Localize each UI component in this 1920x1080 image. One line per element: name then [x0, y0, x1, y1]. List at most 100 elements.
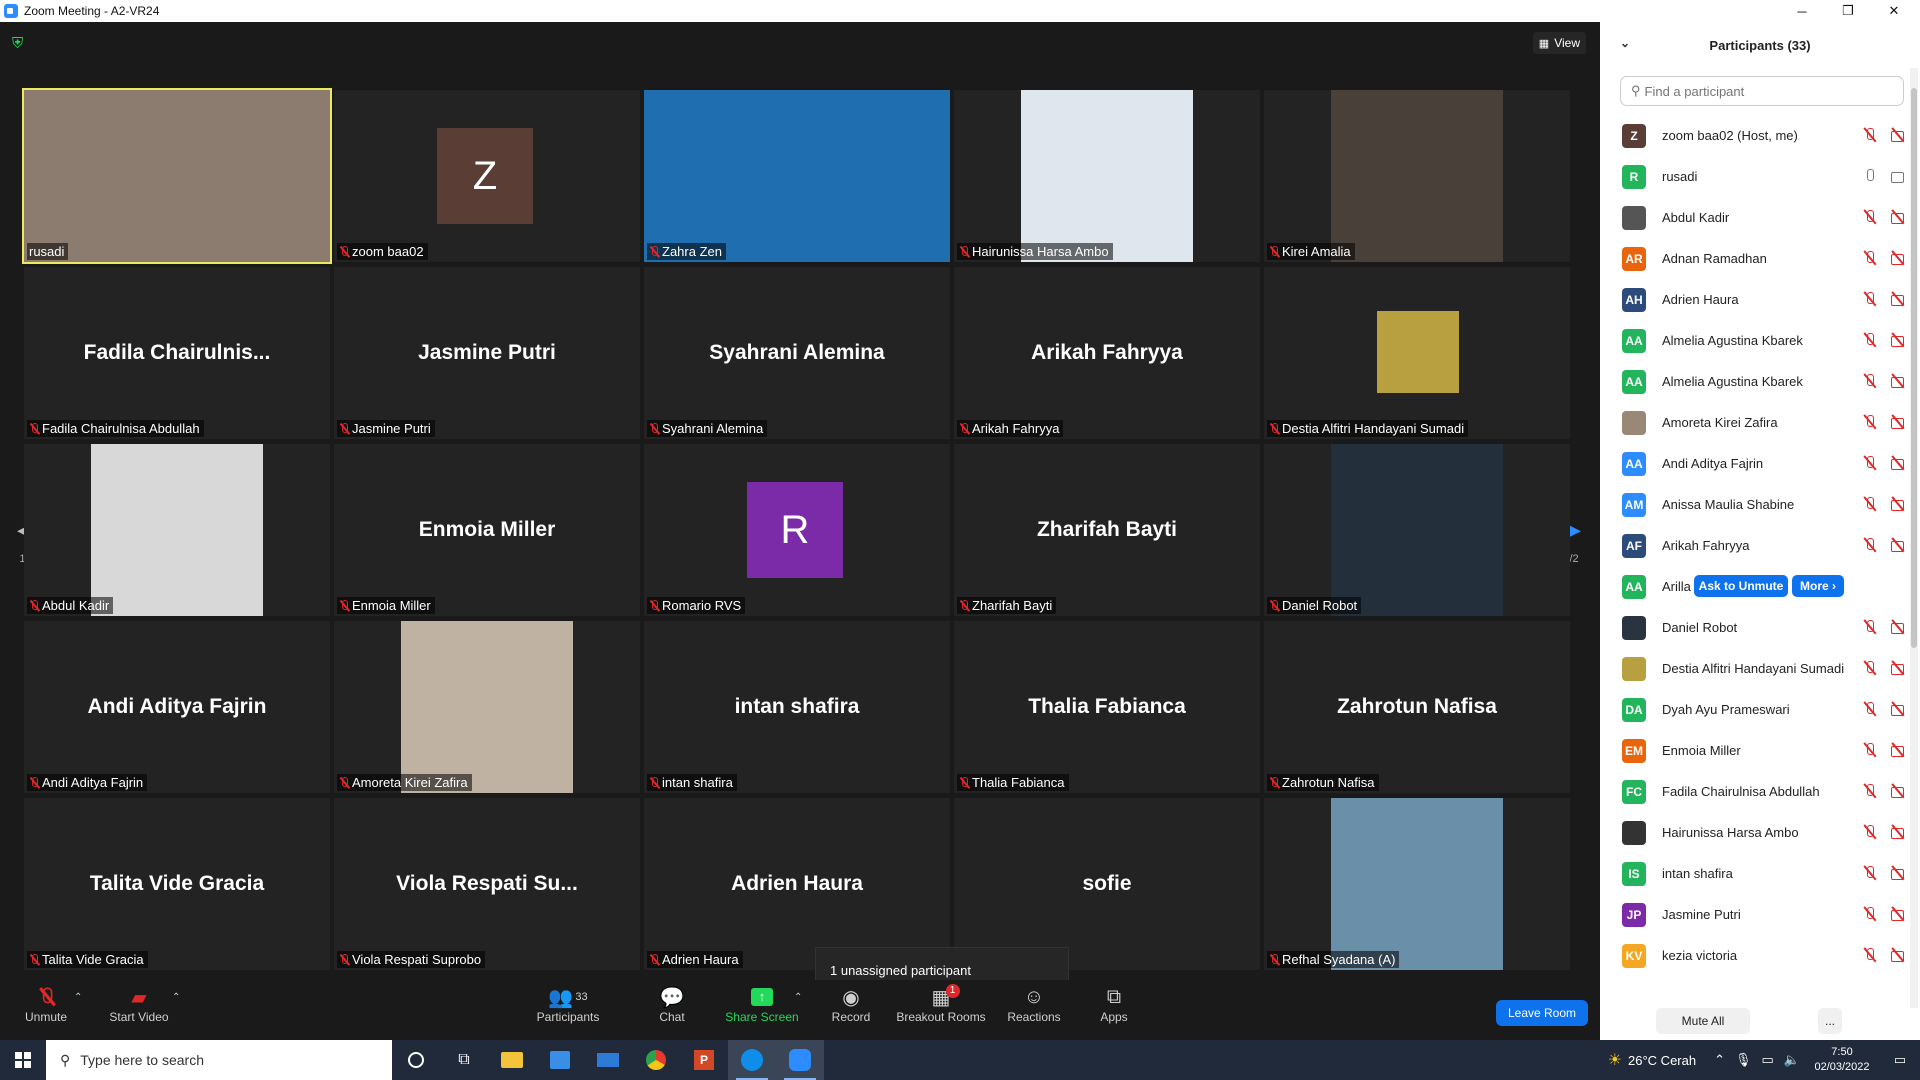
panel-more-button[interactable]: ...	[1818, 1008, 1842, 1034]
participant-row[interactable]: AF Arikah Fahryya	[1600, 525, 1906, 566]
participant-row[interactable]: AA Almelia Agustina Kbarek	[1600, 320, 1906, 361]
participant-name: rusadi	[1662, 169, 1698, 184]
mail-icon[interactable]	[584, 1040, 632, 1080]
participant-row[interactable]: AA Almelia Agustina Kbarek	[1600, 361, 1906, 402]
chrome-icon[interactable]	[632, 1040, 680, 1080]
record-button[interactable]: ◉ Record	[826, 984, 876, 1038]
participant-search-input[interactable]	[1644, 83, 1885, 99]
breakout-rooms-button[interactable]: ▦ 1 Breakout Rooms	[896, 984, 986, 1038]
tile-display-name: Enmoia Miller	[418, 518, 556, 541]
mute-all-button[interactable]: Mute All	[1656, 1008, 1750, 1034]
video-tile[interactable]: intan shafira intan shafira	[644, 621, 950, 793]
participants-button[interactable]: 👥 33 Participants	[532, 984, 604, 1038]
video-tile[interactable]: Andi Aditya Fajrin Andi Aditya Fajrin	[24, 621, 330, 793]
video-tile[interactable]: Viola Respati Su... Viola Respati Suprobo	[334, 798, 640, 970]
clock[interactable]: 7:50 02/03/2022	[1804, 1045, 1880, 1075]
participant-row[interactable]: AM Anissa Maulia Shabine	[1600, 484, 1906, 525]
task-view-icon[interactable]: ⧉	[440, 1040, 488, 1080]
video-tile[interactable]: Arikah Fahryya Arikah Fahryya	[954, 267, 1260, 439]
participant-row[interactable]: Hairunissa Harsa Ambo	[1600, 812, 1906, 853]
reactions-button[interactable]: ☺ Reactions	[1004, 984, 1064, 1038]
participant-list-scrollbar[interactable]	[1910, 68, 1918, 1008]
weather-icon[interactable]: ☀	[1608, 1050, 1622, 1070]
video-tile[interactable]: Syahrani Alemina Syahrani Alemina	[644, 267, 950, 439]
video-tile[interactable]: Thalia Fabianca Thalia Fabianca	[954, 621, 1260, 793]
participant-row[interactable]: Rrusadi	[1600, 156, 1906, 197]
participant-row[interactable]: Amoreta Kirei Zafira	[1600, 402, 1906, 443]
video-tile[interactable]: Talita Vide Gracia Talita Vide Gracia	[24, 798, 330, 970]
teamviewer-icon[interactable]	[728, 1040, 776, 1080]
store-icon[interactable]	[536, 1040, 584, 1080]
video-tile[interactable]: Fadila Chairulnis... Fadila Chairulnisa A…	[24, 267, 330, 439]
audio-options-caret[interactable]: ⌃	[74, 992, 82, 1003]
participant-row[interactable]: AA Andi Aditya Fajrin	[1600, 443, 1906, 484]
file-explorer-icon[interactable]	[488, 1040, 536, 1080]
participant-row[interactable]: IS intan shafira	[1600, 853, 1906, 894]
cortana-icon[interactable]	[392, 1040, 440, 1080]
video-tile[interactable]: sofie	[954, 798, 1260, 970]
tile-name-label: Fadila Chairulnisa Abdullah	[27, 420, 204, 437]
participant-row[interactable]: Abdul Kadir	[1600, 197, 1906, 238]
video-tile[interactable]: Jasmine Putri Jasmine Putri	[334, 267, 640, 439]
video-tile[interactable]: R Romario RVS	[644, 444, 950, 616]
video-tile[interactable]: Daniel Robot	[1264, 444, 1570, 616]
share-options-caret[interactable]: ⌃	[794, 992, 802, 1003]
video-tile[interactable]: Destia Alfitri Handayani Sumadi	[1264, 267, 1570, 439]
view-button[interactable]: ▦ View	[1532, 32, 1586, 54]
participant-row[interactable]: FC Fadila Chairulnisa Abdullah	[1600, 771, 1906, 812]
video-tile[interactable]: rusadi	[22, 88, 332, 264]
video-tile[interactable]: Zahra Zen	[644, 90, 950, 262]
maximize-button[interactable]: ❐	[1826, 0, 1870, 22]
video-tile[interactable]: Abdul Kadir	[24, 444, 330, 616]
video-options-caret[interactable]: ⌃	[172, 992, 180, 1003]
chat-button[interactable]: 💬 Chat	[652, 984, 692, 1038]
participant-row[interactable]: Daniel Robot	[1600, 607, 1906, 648]
participant-more-button[interactable]: More ›	[1792, 575, 1844, 597]
share-screen-button[interactable]: ↑ Share Screen	[722, 984, 802, 1038]
unmute-button[interactable]: Unmute	[18, 984, 74, 1038]
taskbar-search[interactable]: ⚲ Type here to search	[46, 1040, 392, 1080]
video-tile[interactable]: Zahrotun Nafisa Zahrotun Nafisa	[1264, 621, 1570, 793]
start-video-button[interactable]: ▰ Start Video	[104, 984, 174, 1038]
participant-row[interactable]: DA Dyah Ayu Prameswari	[1600, 689, 1906, 730]
ask-to-unmute-button[interactable]: Ask to Unmute	[1694, 575, 1788, 597]
zoom-taskbar-icon[interactable]	[776, 1040, 824, 1080]
tray-chevron-up-icon[interactable]: ⌃	[1714, 1052, 1725, 1068]
video-tile[interactable]: Amoreta Kirei Zafira	[334, 621, 640, 793]
participant-row[interactable]: Zzoom baa02 (Host, me)	[1600, 115, 1906, 156]
video-tile[interactable]: Refhal Syadana (A)	[1264, 798, 1570, 970]
video-tile[interactable]: Enmoia Miller Enmoia Miller	[334, 444, 640, 616]
participant-row[interactable]: AA Arilla ... Ask to Unmute More ›	[1600, 566, 1906, 607]
video-tile[interactable]: Zzoom baa02	[334, 90, 640, 262]
participants-count: 33	[575, 991, 588, 1003]
mic-muted-icon	[339, 422, 349, 435]
video-tile[interactable]: Adrien Haura Adrien Haura	[644, 798, 950, 970]
participant-row[interactable]: AR Adnan Ramadhan	[1600, 238, 1906, 279]
video-tile[interactable]: Kirei Amalia	[1264, 90, 1570, 262]
weather-text[interactable]: 26°C Cerah	[1628, 1053, 1696, 1068]
tile-name: Arikah Fahryya	[972, 421, 1060, 436]
tile-display-name: Thalia Fabianca	[1028, 695, 1186, 718]
apps-button[interactable]: ⧉ Apps	[1094, 984, 1134, 1038]
close-button[interactable]: ✕	[1872, 0, 1916, 22]
participant-row[interactable]: Destia Alfitri Handayani Sumadi	[1600, 648, 1906, 689]
video-tile[interactable]: Zharifah Bayti Zharifah Bayti	[954, 444, 1260, 616]
microphone-icon[interactable]: 🎙	[1735, 1052, 1752, 1068]
minimize-button[interactable]: ─	[1780, 0, 1824, 22]
video-tile[interactable]: Hairunissa Harsa Ambo	[954, 90, 1260, 262]
volume-icon[interactable]: 🔈	[1784, 1052, 1800, 1068]
participant-row[interactable]: AH Adrien Haura	[1600, 279, 1906, 320]
security-shield-icon[interactable]: ⛨	[12, 36, 28, 52]
leave-room-button[interactable]: Leave Room	[1496, 1000, 1588, 1026]
participant-row[interactable]: EM Enmoia Miller	[1600, 730, 1906, 771]
participant-row[interactable]: KV kezia victoria	[1600, 935, 1906, 976]
profile-photo	[1377, 311, 1459, 393]
participant-search[interactable]: ⚲	[1620, 76, 1904, 106]
powerpoint-icon[interactable]: P	[680, 1040, 728, 1080]
start-button[interactable]	[0, 1040, 46, 1080]
scrollbar-thumb[interactable]	[1911, 88, 1917, 648]
notifications-icon[interactable]: ▭	[1880, 1052, 1920, 1068]
participant-row[interactable]: JP Jasmine Putri	[1600, 894, 1906, 935]
network-icon[interactable]: ▭	[1762, 1052, 1774, 1068]
chevron-down-icon[interactable]: ⌄	[1620, 36, 1630, 50]
